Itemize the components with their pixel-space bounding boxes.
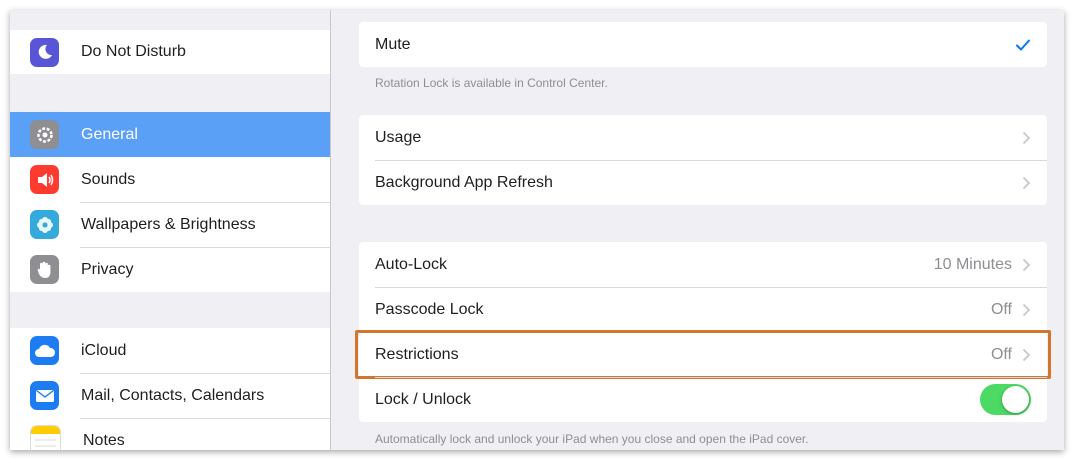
mute-label: Mute: [375, 35, 411, 53]
notes-icon: [30, 425, 61, 450]
toggle-knob: [1002, 386, 1029, 413]
mute-row[interactable]: Mute: [359, 22, 1047, 67]
sidebar-item-wallpapers-brightness[interactable]: Wallpapers & Brightness: [10, 202, 330, 247]
lock-unlock-label: Lock / Unlock: [375, 390, 472, 408]
gear-icon: [30, 120, 59, 149]
chevron-right-icon: [1022, 131, 1031, 144]
chevron-right-icon: [1022, 303, 1031, 316]
sidebar-item-label: Privacy: [81, 260, 134, 278]
sidebar-item-label: iCloud: [81, 341, 127, 359]
lock-group: Auto-Lock 10 Minutes Passcode Lock Off R…: [355, 242, 1051, 422]
checkmark-icon: [1015, 38, 1031, 52]
settings-window: Do Not Disturb General Sounds Wallpapers…: [10, 10, 1064, 450]
sidebar-item-privacy[interactable]: Privacy: [10, 247, 330, 292]
restrictions-row[interactable]: Restrictions Off: [355, 330, 1051, 379]
sidebar-item-label: Wallpapers & Brightness: [81, 215, 256, 233]
cloud-icon: [30, 336, 59, 365]
chevron-right-icon: [1022, 258, 1031, 271]
auto-lock-label: Auto-Lock: [375, 255, 448, 273]
restrictions-label: Restrictions: [375, 345, 459, 363]
auto-lock-value: 10 Minutes: [933, 255, 1012, 273]
flower-icon: [30, 210, 59, 239]
lock-unlock-note: Automatically lock and unlock your iPad …: [375, 432, 809, 446]
sidebar-group-accounts: iCloud Mail, Contacts, Calendars Notes: [10, 328, 330, 450]
passcode-lock-row[interactable]: Passcode Lock Off: [359, 287, 1047, 332]
hand-icon: [30, 255, 59, 284]
sidebar: Do Not Disturb General Sounds Wallpapers…: [10, 10, 331, 450]
sidebar-item-sounds[interactable]: Sounds: [10, 157, 330, 202]
restrictions-value: Off: [990, 345, 1012, 363]
sidebar-item-general[interactable]: General: [10, 112, 330, 157]
background-app-refresh-label: Background App Refresh: [375, 173, 553, 191]
speaker-icon: [30, 165, 59, 194]
auto-lock-row[interactable]: Auto-Lock 10 Minutes: [359, 242, 1047, 287]
background-app-refresh-row[interactable]: Background App Refresh: [359, 160, 1047, 205]
passcode-lock-value: Off: [990, 300, 1012, 318]
sidebar-group-general: General Sounds Wallpapers & Brightness P…: [10, 112, 330, 292]
usage-label: Usage: [375, 128, 422, 146]
mute-group: Mute: [359, 22, 1047, 67]
chevron-right-icon: [1022, 176, 1031, 189]
usage-group: Usage Background App Refresh: [359, 115, 1047, 205]
rotation-lock-note: Rotation Lock is available in Control Ce…: [375, 76, 608, 90]
chevron-right-icon: [1022, 348, 1031, 361]
sidebar-item-label: Notes: [83, 431, 125, 449]
sidebar-item-mail-contacts-calendars[interactable]: Mail, Contacts, Calendars: [10, 373, 330, 418]
moon-icon: [30, 37, 59, 67]
sidebar-item-label: Sounds: [81, 170, 136, 188]
lock-unlock-toggle[interactable]: [980, 384, 1031, 415]
general-settings-panel: Mute Rotation Lock is available in Contr…: [331, 10, 1064, 450]
sidebar-item-label: Do Not Disturb: [81, 43, 186, 60]
sidebar-item-icloud[interactable]: iCloud: [10, 328, 330, 373]
sidebar-item-notes[interactable]: Notes: [10, 418, 330, 450]
envelope-icon: [30, 381, 59, 410]
sidebar-item-label: General: [81, 125, 138, 143]
sidebar-item-label: Mail, Contacts, Calendars: [81, 386, 265, 404]
sidebar-item-do-not-disturb[interactable]: Do Not Disturb: [10, 30, 330, 74]
usage-row[interactable]: Usage: [359, 115, 1047, 160]
sidebar-group-top: Do Not Disturb: [10, 30, 330, 74]
lock-unlock-row: Lock / Unlock: [359, 377, 1047, 422]
passcode-lock-label: Passcode Lock: [375, 300, 484, 318]
